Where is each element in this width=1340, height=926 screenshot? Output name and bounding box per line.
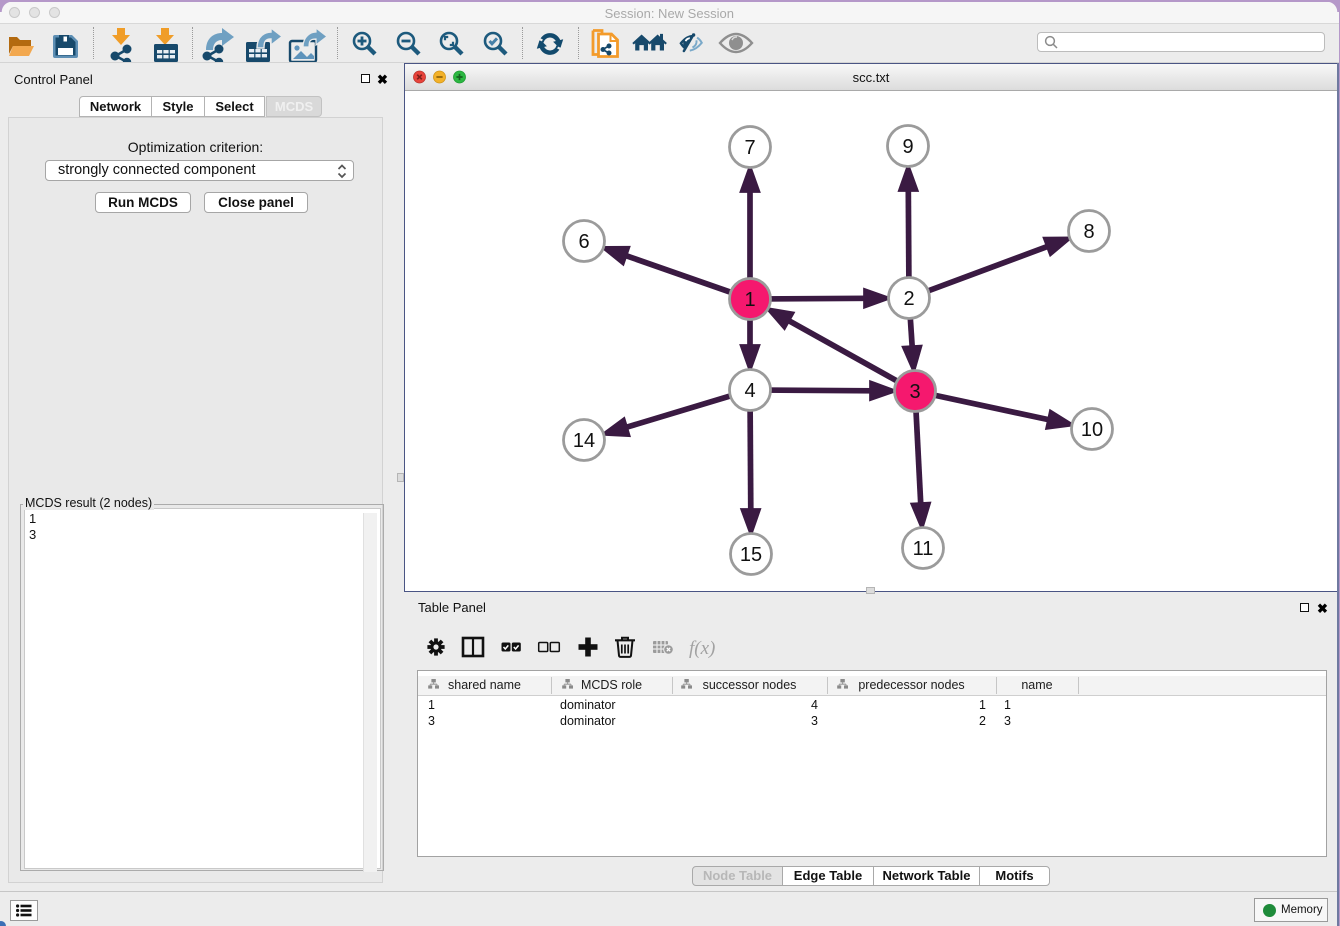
svg-text:10: 10	[1081, 419, 1103, 441]
svg-text:4: 4	[744, 380, 755, 402]
svg-text:15: 15	[740, 544, 762, 566]
svg-text:8: 8	[1083, 221, 1094, 243]
svg-text:9: 9	[902, 136, 913, 158]
svg-text:6: 6	[578, 231, 589, 253]
svg-text:3: 3	[909, 381, 920, 403]
svg-text:2: 2	[903, 288, 914, 310]
svg-text:1: 1	[744, 289, 755, 311]
svg-text:f(x): f(x)	[689, 638, 715, 659]
svg-text:14: 14	[573, 430, 595, 452]
svg-text:7: 7	[744, 137, 755, 159]
svg-text:11: 11	[913, 538, 934, 560]
